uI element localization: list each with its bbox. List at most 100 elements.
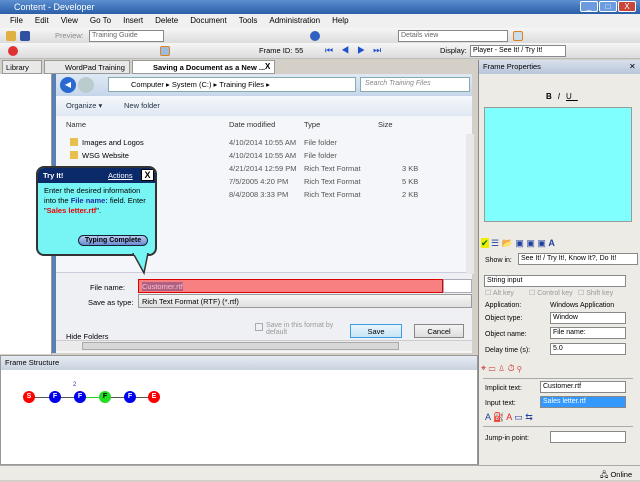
- view-select[interactable]: Details view: [398, 30, 508, 42]
- menu-help[interactable]: Help: [332, 16, 348, 28]
- check-icon[interactable]: ✔: [481, 238, 489, 248]
- frame-node[interactable]: S: [23, 391, 35, 403]
- divider: [483, 378, 633, 379]
- application-value: Windows Application: [550, 302, 615, 309]
- search-input[interactable]: Search Training Files: [360, 77, 470, 92]
- maximize-button[interactable]: □: [599, 1, 617, 12]
- save-default-label: Save in this format by default: [266, 322, 334, 336]
- file-name-input-tail[interactable]: [443, 279, 472, 293]
- cancel-button[interactable]: Cancel: [414, 324, 464, 338]
- column-date[interactable]: Date modified: [229, 120, 275, 129]
- folder-icon: [70, 138, 78, 146]
- column-type[interactable]: Type: [304, 120, 320, 129]
- underline-icon[interactable]: U: [566, 92, 578, 101]
- menu-insert[interactable]: Insert: [123, 16, 143, 28]
- tab-saving-document[interactable]: Saving a Document as a New ...: [132, 60, 275, 74]
- display-select[interactable]: Player - See It! / Try It!: [470, 45, 566, 57]
- file-type: File folder: [304, 138, 337, 147]
- shift-key-label: Shift key: [586, 290, 614, 297]
- menu-goto[interactable]: Go To: [90, 16, 111, 28]
- file-type: Rich Text Format: [304, 190, 361, 199]
- object-type-select[interactable]: Window: [550, 312, 626, 324]
- frame-icon[interactable]: [160, 46, 170, 56]
- horizontal-scrollbar[interactable]: [56, 340, 472, 351]
- breadcrumb[interactable]: Computer ▸ System (C:) ▸ Training Files …: [108, 77, 356, 92]
- frame-node[interactable]: F: [124, 391, 136, 403]
- action-type-select[interactable]: String input: [484, 275, 626, 287]
- jump-in-label: Jump-in point:: [485, 435, 529, 442]
- tab-wordpad-training[interactable]: WordPad Training: [44, 60, 130, 74]
- target-icon[interactable]: [8, 46, 18, 56]
- vertical-scrollbar[interactable]: [466, 134, 474, 274]
- layout-icon[interactable]: [513, 31, 523, 41]
- jump-in-input[interactable]: [550, 431, 626, 443]
- frame-node[interactable]: F: [99, 391, 111, 403]
- file-name-input[interactable]: Customer.rtf: [138, 279, 443, 293]
- frame-node[interactable]: F: [49, 391, 61, 403]
- table-row[interactable]: WSG Website 4/10/2014 10:55 AM File fold…: [56, 151, 466, 163]
- table-row[interactable]: Images and Logos 4/10/2014 10:55 AM File…: [56, 138, 466, 150]
- frame-toolbar: Frame ID: 55 ⏮◀▶⏭ Display: Player - See …: [0, 43, 640, 59]
- frame-navigation-icons[interactable]: ⏮◀▶⏭: [325, 45, 389, 56]
- close-button[interactable]: X: [618, 1, 636, 12]
- save-default-checkbox[interactable]: [255, 323, 263, 331]
- organize-button[interactable]: Organize ▾: [66, 101, 102, 110]
- typing-complete-button[interactable]: Typing Complete: [78, 235, 148, 246]
- forward-icon[interactable]: [78, 77, 94, 93]
- back-icon[interactable]: ◀: [60, 77, 76, 93]
- tab-close-icon[interactable]: X: [265, 62, 270, 71]
- frame-node[interactable]: E: [148, 391, 160, 403]
- bold-icon[interactable]: B: [546, 92, 558, 101]
- help-icon[interactable]: [310, 31, 320, 41]
- font-icon[interactable]: A: [548, 238, 555, 248]
- action-icons[interactable]: ⌖ ▭ ♙ ⏱ ⚲: [481, 363, 581, 374]
- control-key-checkbox[interactable]: ☐ Control key: [529, 289, 573, 297]
- callout-text: Enter the desired information into the F…: [38, 183, 155, 219]
- text-format-icons[interactable]: A ⛽ A ▭ ⇆: [485, 412, 533, 423]
- input-text-select[interactable]: Sales letter.rtf: [540, 396, 626, 408]
- breadcrumb-system[interactable]: System (C:): [172, 80, 212, 89]
- frame-badge: 2: [73, 382, 77, 388]
- save-icon[interactable]: [20, 31, 30, 41]
- frame-properties-title: Frame Properties: [479, 60, 640, 74]
- menu-delete[interactable]: Delete: [155, 16, 178, 28]
- file-date: 8/4/2008 3:33 PM: [229, 190, 289, 199]
- menu-edit[interactable]: Edit: [35, 16, 49, 28]
- callout-close-button[interactable]: X: [141, 169, 154, 181]
- save-type-select[interactable]: Rich Text Format (RTF) (*.rtf): [138, 294, 472, 308]
- save-button[interactable]: Save: [350, 324, 402, 338]
- frame-structure-panel: Frame Structure 2 SFFFFE: [0, 355, 478, 465]
- folder-icon: [70, 151, 78, 159]
- implicit-text-input[interactable]: Customer.rtf: [540, 381, 626, 393]
- tab-library[interactable]: Library: [2, 60, 42, 74]
- preview-select[interactable]: Training Guide: [89, 30, 164, 42]
- scrollbar-thumb[interactable]: [82, 342, 399, 350]
- preview-label: Preview:: [55, 31, 84, 40]
- title-bar: Content - Developer: [0, 0, 640, 14]
- breadcrumb-computer[interactable]: Computer: [131, 80, 164, 89]
- callout-pointer: [132, 253, 149, 275]
- alt-key-checkbox[interactable]: ☐ Alt key: [485, 289, 514, 297]
- callout-text-editor[interactable]: [484, 107, 632, 222]
- new-folder-button[interactable]: New folder: [124, 101, 160, 110]
- breadcrumb-training-files[interactable]: Training Files: [219, 80, 264, 89]
- column-size[interactable]: Size: [378, 120, 393, 129]
- menu-view[interactable]: View: [61, 16, 78, 28]
- online-label: Online: [610, 470, 633, 479]
- menu-administration[interactable]: Administration: [269, 16, 320, 28]
- panel-close-icon[interactable]: ✕: [629, 62, 636, 71]
- delay-time-select[interactable]: 5.0: [550, 343, 626, 355]
- show-in-select[interactable]: See It! / Try It!, Know It?, Do It!: [518, 253, 638, 265]
- open-icon[interactable]: [6, 31, 16, 41]
- menu-document[interactable]: Document: [190, 16, 226, 28]
- menu-file[interactable]: File: [10, 16, 23, 28]
- menu-tools[interactable]: Tools: [239, 16, 258, 28]
- callout-actions-link[interactable]: Actions: [108, 171, 133, 180]
- italic-icon[interactable]: I: [558, 92, 566, 101]
- object-name-input[interactable]: File name:: [550, 327, 626, 339]
- shift-key-checkbox[interactable]: ☐ Shift key: [578, 289, 613, 297]
- minimize-button[interactable]: _: [580, 1, 598, 12]
- file-name-label: File name:: [90, 283, 126, 292]
- column-name[interactable]: Name: [66, 120, 86, 129]
- frame-node[interactable]: F: [74, 391, 86, 403]
